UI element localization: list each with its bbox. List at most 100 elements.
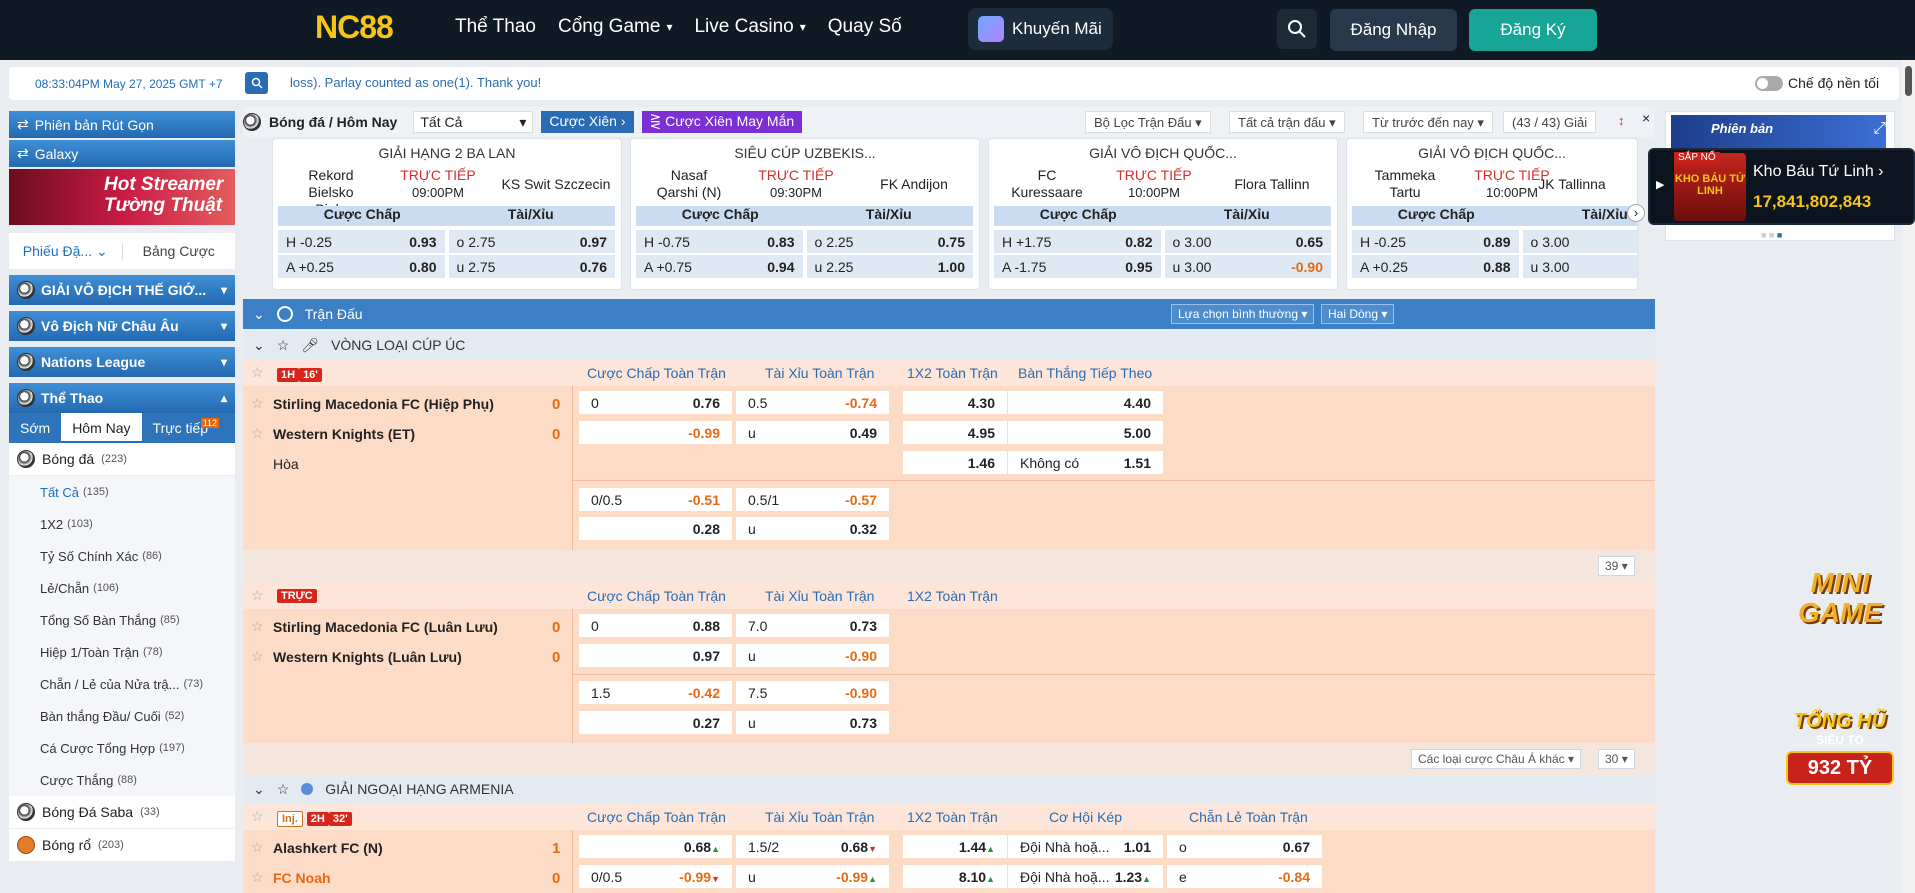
- mini-game-button[interactable]: MINI GAME: [1785, 568, 1895, 668]
- total-jar-widget[interactable]: TỔNG HŨ SIÊU TO 932 TỶ: [1785, 690, 1895, 810]
- sidebar-group-sports[interactable]: Thể Thao ▴: [9, 383, 235, 413]
- odds-cell[interactable]: 0.28: [579, 517, 732, 540]
- over-under-odds[interactable]: u 2.75 0.76: [448, 255, 615, 278]
- sidebar-item-2[interactable]: Tỷ Số Chính Xác (86): [9, 540, 235, 572]
- featured-match-card[interactable]: GIẢI VÔ ĐỊCH QUỐC... Tammeka Tartu TRỰC TI…: [1346, 138, 1638, 290]
- sport-soccer[interactable]: Bóng đá (223): [9, 443, 235, 476]
- tab-live[interactable]: Trực tiếp 112: [142, 418, 220, 436]
- league-header[interactable]: ⌄ ☆ 🎤︎ VÒNG LOẠI CÚP ÚC: [243, 331, 1655, 359]
- handicap-odds[interactable]: H +1.75 0.82: [994, 230, 1161, 253]
- nav-cong-game[interactable]: Cổng Game ▾: [558, 16, 672, 38]
- sidebar-group-women-euro[interactable]: Vô Địch Nữ Châu Âu ▾: [9, 311, 235, 341]
- promotion-button[interactable]: Khuyến Mãi: [968, 8, 1113, 50]
- odds-cell[interactable]: 0 0.88: [579, 614, 732, 637]
- sidebar-item-6[interactable]: Chẵn / Lẻ của Nửa trậ... (73): [9, 668, 235, 700]
- nav-live-casino[interactable]: Live Casino ▾: [694, 16, 805, 38]
- sidebar-group-world-cup[interactable]: GIẢI VÔ ĐỊCH THẾ GIỚ... ▾: [9, 275, 235, 305]
- odds-cell[interactable]: u -0.99▲: [736, 865, 889, 888]
- odds-cell[interactable]: Đội Nhà hoặ... 1.23▲: [1008, 865, 1163, 888]
- sidebar-item-1[interactable]: 1X2 (103): [9, 508, 235, 540]
- odds-cell[interactable]: 0.68▲: [579, 835, 732, 858]
- odds-cell[interactable]: 8.10▲: [903, 865, 1007, 888]
- expand-icon[interactable]: ⤢: [1873, 120, 1886, 138]
- odds-cell[interactable]: 0.5 -0.74: [736, 391, 889, 414]
- odds-cell[interactable]: 0.5/1 -0.57: [736, 488, 889, 511]
- star-icon[interactable]: ☆: [251, 425, 264, 442]
- star-icon[interactable]: ☆: [251, 364, 264, 381]
- lucky-parlay-button[interactable]: ⋛ Cược Xiên May Mắn: [641, 111, 803, 133]
- announcement-ticker[interactable]: loss). Parlay counted as one(1). Thank y…: [290, 75, 541, 90]
- star-icon[interactable]: ☆: [277, 337, 290, 354]
- time-range-select[interactable]: Từ trước đến nay ▾: [1363, 111, 1493, 133]
- odds-cell[interactable]: 5.00: [1008, 421, 1163, 444]
- featured-match-card[interactable]: GIẢI VÔ ĐỊCH QUỐC... FC Kuressaare TRỰC TI…: [988, 138, 1338, 290]
- odds-cell[interactable]: 1.46: [903, 451, 1007, 474]
- over-under-odds[interactable]: u 3.00: [1522, 255, 1637, 278]
- handicap-odds[interactable]: H -0.25 0.93: [278, 230, 445, 253]
- over-under-odds[interactable]: o 2.75 0.97: [448, 230, 615, 253]
- handicap-odds[interactable]: H -0.75 0.83: [636, 230, 803, 253]
- star-icon[interactable]: ☆: [251, 869, 264, 886]
- nc88-logo[interactable]: NC88: [315, 9, 394, 46]
- view-option-select[interactable]: Lựa chọn bình thường ▾: [1171, 304, 1315, 324]
- over-under-odds[interactable]: u 3.00 -0.90: [1164, 255, 1331, 278]
- sidebar-item-8[interactable]: Cá Cược Tổng Hợp (197): [9, 732, 235, 764]
- odds-cell[interactable]: 7.5 -0.90: [736, 681, 889, 704]
- more-bets-button[interactable]: 39 ▾: [1598, 556, 1635, 576]
- odds-cell[interactable]: u -0.90: [736, 644, 889, 667]
- version-banner[interactable]: Phiên bản: [1671, 115, 1886, 149]
- handicap-odds[interactable]: H -0.25 0.89: [1352, 230, 1519, 253]
- tab-bet-list[interactable]: Bảng Cược: [123, 243, 236, 259]
- odds-cell[interactable]: 4.40: [1008, 391, 1163, 414]
- announcement-search-button[interactable]: [245, 72, 268, 94]
- odds-cell[interactable]: 0.27: [579, 711, 732, 734]
- star-icon[interactable]: ☆: [251, 395, 264, 412]
- tab-today[interactable]: Hôm Nay: [61, 413, 142, 443]
- odds-cell[interactable]: 0.97: [579, 644, 732, 667]
- odds-cell[interactable]: 1.5 -0.42: [579, 681, 732, 704]
- sport-saba-soccer[interactable]: Bóng Đá Saba (33): [9, 796, 235, 829]
- match-filter-select[interactable]: Bộ Lọc Trận Đấu ▾: [1085, 111, 1211, 133]
- over-under-odds[interactable]: o 2.25 0.75: [806, 230, 973, 253]
- close-icon[interactable]: ×: [1642, 110, 1650, 126]
- star-icon[interactable]: ☆: [277, 781, 290, 798]
- sidebar-item-4[interactable]: Tổng Số Bàn Thắng (85): [9, 604, 235, 636]
- featured-match-card[interactable]: GIẢI HẠNG 2 BA LANRekord Bielsko BialaTR…: [272, 138, 622, 290]
- odds-cell[interactable]: e -0.84: [1167, 865, 1322, 888]
- row-mode-select[interactable]: Hai Dòng ▾: [1321, 304, 1395, 324]
- more-bets-button[interactable]: 30 ▾: [1598, 749, 1635, 769]
- featured-match-card[interactable]: SIÊU CÚP UZBEKIS... Nasaf Qarshi (N) TRỰC …: [630, 138, 980, 290]
- odds-cell[interactable]: o 0.67: [1167, 835, 1322, 858]
- star-icon[interactable]: ☆: [251, 587, 264, 604]
- carousel-next-button[interactable]: ›: [1627, 204, 1645, 222]
- sidebar-item-0[interactable]: Tất Cả (135): [9, 476, 235, 508]
- over-under-odds[interactable]: u 2.25 1.00: [806, 255, 973, 278]
- nav-quay-so[interactable]: Quay Số: [828, 16, 902, 38]
- odds-cell[interactable]: 1.44▲: [903, 835, 1007, 858]
- handicap-odds[interactable]: A +0.75 0.94: [636, 255, 803, 278]
- nav-the-thao[interactable]: Thể Thao: [455, 16, 536, 38]
- sport-basketball[interactable]: Bóng rổ (203): [9, 829, 235, 862]
- odds-cell[interactable]: u 0.49: [736, 421, 889, 444]
- galaxy-button[interactable]: ⇄ Galaxy: [9, 140, 235, 167]
- odds-cell[interactable]: 1.5/2 0.68▼: [736, 835, 889, 858]
- star-icon[interactable]: ☆: [251, 839, 264, 856]
- search-button[interactable]: [1277, 9, 1317, 49]
- handicap-odds[interactable]: A +0.25 0.80: [278, 255, 445, 278]
- matches-section-header[interactable]: ⌄ Trận Đấu Lựa chọn bình thường ▾ Hai Dò…: [243, 299, 1655, 329]
- odds-cell[interactable]: u 0.32: [736, 517, 889, 540]
- register-button[interactable]: Đăng Ký: [1469, 9, 1597, 51]
- sidebar-item-9[interactable]: Cược Thắng (88): [9, 764, 235, 796]
- market-select[interactable]: Tất Cả ▾: [413, 111, 534, 133]
- league-header[interactable]: ⌄ ☆ GIẢI NGOẠI HẠNG ARMENIA: [243, 775, 1655, 803]
- odds-cell[interactable]: -0.99: [579, 421, 732, 444]
- handicap-odds[interactable]: A +0.25 0.88: [1352, 255, 1519, 278]
- odds-cell[interactable]: Đội Nhà hoặ... 1.01: [1008, 835, 1163, 858]
- sidebar-group-nations-league[interactable]: Nations League ▾: [9, 347, 235, 377]
- odds-cell[interactable]: 4.95: [903, 421, 1007, 444]
- sort-icon[interactable]: ↕: [1618, 113, 1625, 128]
- compact-version-button[interactable]: ⇄ Phiên bản Rút Gọn: [9, 111, 235, 138]
- jackpot-widget[interactable]: ▶ KHO BÁU TỨ LINH SẮP NỔ Kho Báu Tứ Linh…: [1648, 148, 1915, 225]
- all-matches-select[interactable]: Tất cả trận đấu ▾: [1229, 111, 1345, 133]
- odds-cell[interactable]: 7.0 0.73: [736, 614, 889, 637]
